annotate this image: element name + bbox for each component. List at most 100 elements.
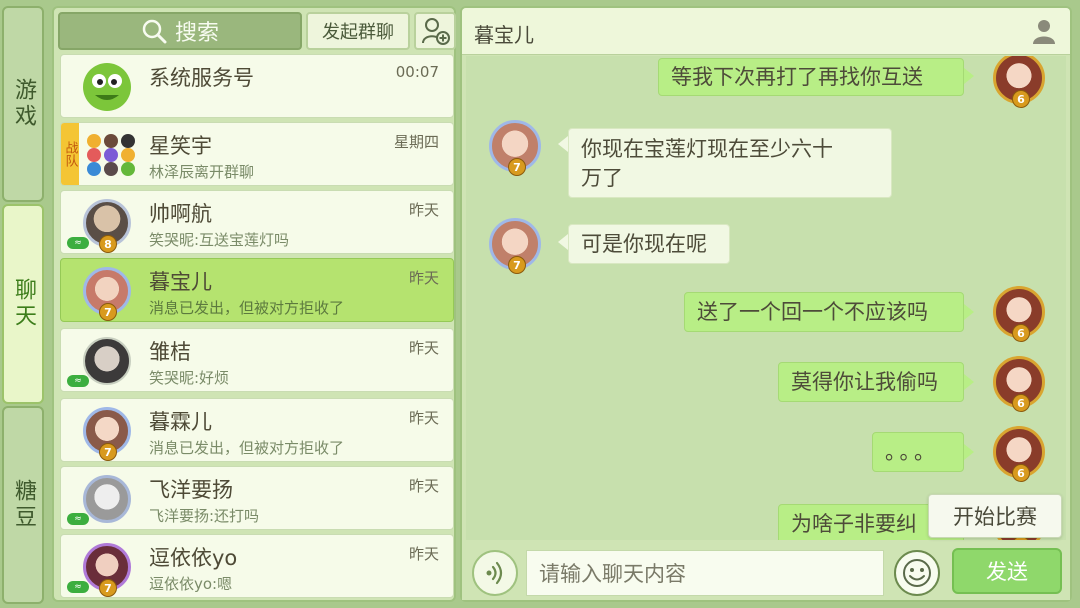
conversation-time: 昨天	[408, 339, 439, 357]
team-badge: 战队	[61, 123, 79, 185]
bubble-tail	[964, 304, 974, 320]
message-text: 。。。	[885, 440, 939, 464]
online-status-icon: ≈	[67, 581, 89, 593]
start-match-button[interactable]: 开始比赛	[928, 494, 1062, 538]
message-text: 为啥子非要纠	[791, 512, 917, 536]
my-avatar: 6	[990, 284, 1048, 342]
user-photo	[83, 337, 131, 385]
tab-candy[interactable]: 糖豆	[2, 406, 44, 604]
conversation-panel: 搜索 发起群聊 系统服务号 00:07 战队 星笑宇 林泽辰离开群聊 星期四 ≈…	[52, 6, 456, 602]
conversation-preview: 笑哭昵:互送宝莲灯吗	[149, 231, 290, 249]
conversation-time: 星期四	[393, 133, 439, 151]
conversation-preview: 消息已发出，但被对方拒收了	[149, 299, 345, 317]
chat-input-placeholder: 请输入聊天内容	[539, 562, 686, 586]
message-text: 送了一个回一个不应该吗	[697, 300, 928, 324]
bubble-tail	[558, 234, 568, 250]
level-badge: 6	[1012, 324, 1030, 342]
search-icon	[142, 19, 167, 44]
conversation-preview: 笑哭昵:好烦	[149, 369, 230, 387]
emoji-button[interactable]	[894, 550, 940, 596]
bubble-tail	[964, 444, 974, 460]
level-badge: 6	[1012, 394, 1030, 412]
add-user-icon	[422, 18, 450, 45]
conversation-name: 暮宝儿	[149, 270, 212, 294]
conversation-item[interactable]: ≈ 雏桔 笑哭昵:好烦 昨天	[60, 328, 454, 392]
level-badge: 7	[508, 256, 526, 274]
conversation-name: 暮霖儿	[149, 410, 212, 434]
conversation-item[interactable]: ≈ 7 逗依依yo 逗依依yo:嗯 昨天	[60, 534, 454, 598]
search-label: 搜索	[174, 21, 219, 46]
level-badge: 8	[99, 235, 117, 253]
message-bubble-sent: 莫得你让我偷吗	[778, 362, 964, 402]
conversation-item[interactable]: ≈ 8 帅啊航 笑哭昵:互送宝莲灯吗 昨天	[60, 190, 454, 254]
conversation-time: 00:07	[395, 63, 439, 81]
smiley-icon	[903, 559, 931, 587]
conversation-name: 星笑宇	[149, 134, 212, 158]
avatar: 7	[79, 265, 135, 321]
send-label: 发送	[986, 560, 1028, 584]
voice-button[interactable]	[472, 550, 518, 596]
level-badge: 7	[99, 443, 117, 461]
message-list[interactable]: 等我下次再打了再找你互送 6 7 你现在宝莲灯现在至少六十 万了 7 可是你现在…	[466, 56, 1066, 540]
contact-avatar: 7	[486, 216, 544, 274]
message-bubble-received: 你现在宝莲灯现在至少六十 万了	[568, 128, 892, 198]
avatar: ≈ 8	[67, 197, 135, 253]
conversation-name: 系统服务号	[149, 66, 254, 90]
conversation-item-team[interactable]: 战队 星笑宇 林泽辰离开群聊 星期四	[60, 122, 454, 186]
message-bubble-sent: 送了一个回一个不应该吗	[684, 292, 964, 332]
conversation-time: 昨天	[408, 269, 439, 287]
conversation-name: 飞洋要扬	[149, 478, 233, 502]
conversation-time: 昨天	[408, 477, 439, 495]
profile-icon[interactable]	[1032, 18, 1056, 44]
voice-icon	[486, 561, 503, 585]
tab-games[interactable]: 游戏	[2, 6, 44, 202]
my-avatar: 6	[990, 354, 1048, 412]
bubble-tail	[964, 374, 974, 390]
group-avatar-grid-icon	[87, 134, 135, 176]
tab-candy-label: 糖豆	[11, 479, 36, 531]
start-match-label: 开始比赛	[953, 505, 1037, 529]
bubble-tail	[964, 68, 974, 84]
avatar	[79, 61, 135, 113]
monster-avatar-icon	[83, 63, 131, 111]
conversation-name: 帅啊航	[149, 202, 212, 226]
message-text: 等我下次再打了再找你互送	[671, 65, 923, 89]
online-status-icon: ≈	[67, 237, 89, 249]
conversation-item-system[interactable]: 系统服务号 00:07	[60, 54, 454, 118]
conversation-preview: 林泽辰离开群聊	[149, 163, 255, 181]
conversation-item-active[interactable]: 7 暮宝儿 消息已发出，但被对方拒收了 昨天	[60, 258, 454, 322]
conversation-item[interactable]: ≈ 飞洋要扬 飞洋要扬:还打吗 昨天	[60, 466, 454, 530]
start-group-chat-label: 发起群聊	[322, 22, 394, 43]
conversation-preview: 逗依依yo:嗯	[149, 575, 233, 593]
chat-title: 暮宝儿	[474, 23, 534, 47]
my-avatar: 6	[990, 424, 1048, 482]
conversation-item[interactable]: 7 暮霖儿 消息已发出，但被对方拒收了 昨天	[60, 398, 454, 462]
send-button[interactable]: 发送	[952, 548, 1062, 594]
avatar: ≈	[67, 473, 135, 525]
tab-chat[interactable]: 聊天	[2, 204, 44, 404]
tab-games-label: 游戏	[11, 78, 36, 130]
my-avatar: 6	[990, 56, 1048, 108]
message-bubble-sent: 等我下次再打了再找你互送	[658, 58, 964, 96]
message-text: 你现在宝莲灯现在至少六十	[581, 137, 833, 161]
message-text: 万了	[581, 166, 623, 190]
conversation-name: 雏桔	[149, 340, 191, 364]
group-avatar	[85, 129, 141, 181]
online-status-icon: ≈	[67, 375, 89, 387]
level-badge: 7	[508, 158, 526, 176]
contact-avatar: 7	[486, 118, 544, 176]
message-text: 莫得你让我偷吗	[791, 370, 938, 394]
start-group-chat-button[interactable]: 发起群聊	[306, 12, 410, 50]
conversation-preview: 飞洋要扬:还打吗	[149, 507, 260, 525]
search-button[interactable]: 搜索	[58, 12, 302, 50]
bubble-tail	[558, 136, 568, 152]
online-status-icon: ≈	[67, 513, 89, 525]
conversation-time: 昨天	[408, 545, 439, 563]
level-badge: 6	[1012, 464, 1030, 482]
chat-input[interactable]: 请输入聊天内容	[526, 550, 884, 596]
add-friend-button[interactable]	[414, 12, 456, 50]
user-photo	[83, 475, 131, 523]
conversation-time: 昨天	[408, 201, 439, 219]
conversation-name: 逗依依yo	[149, 546, 238, 570]
chat-header: 暮宝儿	[462, 8, 1070, 55]
